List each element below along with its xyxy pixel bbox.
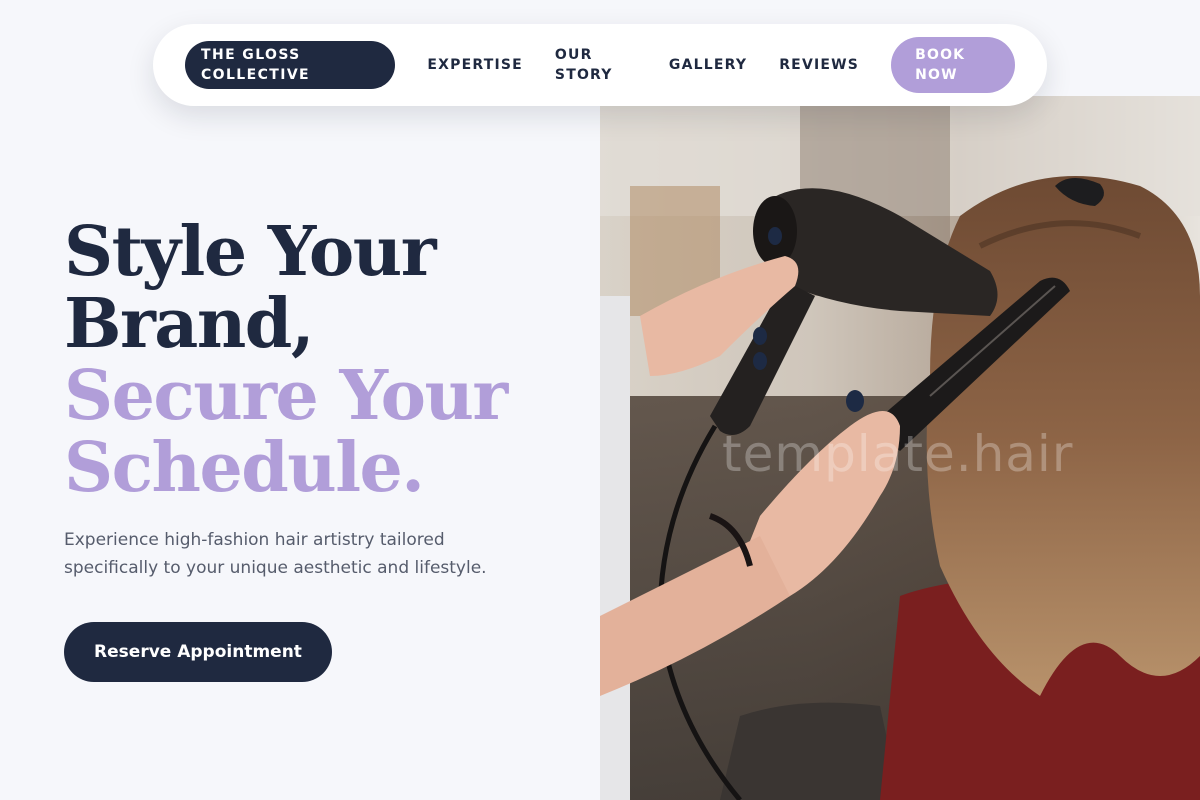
headline-line-1: Style Your: [64, 212, 437, 292]
brand-logo-button[interactable]: THE GLOSS COLLECTIVE: [185, 41, 396, 89]
top-nav: THE GLOSS COLLECTIVE EXPERTISE OUR STORY…: [153, 24, 1047, 106]
photo-watermark: template.hair: [722, 425, 1074, 483]
nav-link-gallery[interactable]: GALLERY: [669, 55, 747, 75]
nav-link-expertise[interactable]: EXPERTISE: [427, 55, 523, 75]
reserve-appointment-button[interactable]: Reserve Appointment: [64, 622, 332, 682]
headline-line-4: Schedule.: [64, 428, 425, 508]
hero-headline: Style Your Brand, Secure Your Schedule.: [64, 216, 584, 504]
headline-line-3: Secure Your: [64, 356, 508, 436]
nav-links: EXPERTISE OUR STORY GALLERY REVIEWS: [427, 45, 859, 85]
headline-line-2: Brand,: [64, 284, 315, 364]
book-now-button[interactable]: BOOK NOW: [891, 37, 1015, 93]
nav-link-reviews[interactable]: REVIEWS: [779, 55, 859, 75]
hero-subtext: Experience high-fashion hair artistry ta…: [64, 530, 487, 578]
nav-link-our-story[interactable]: OUR STORY: [555, 45, 637, 85]
